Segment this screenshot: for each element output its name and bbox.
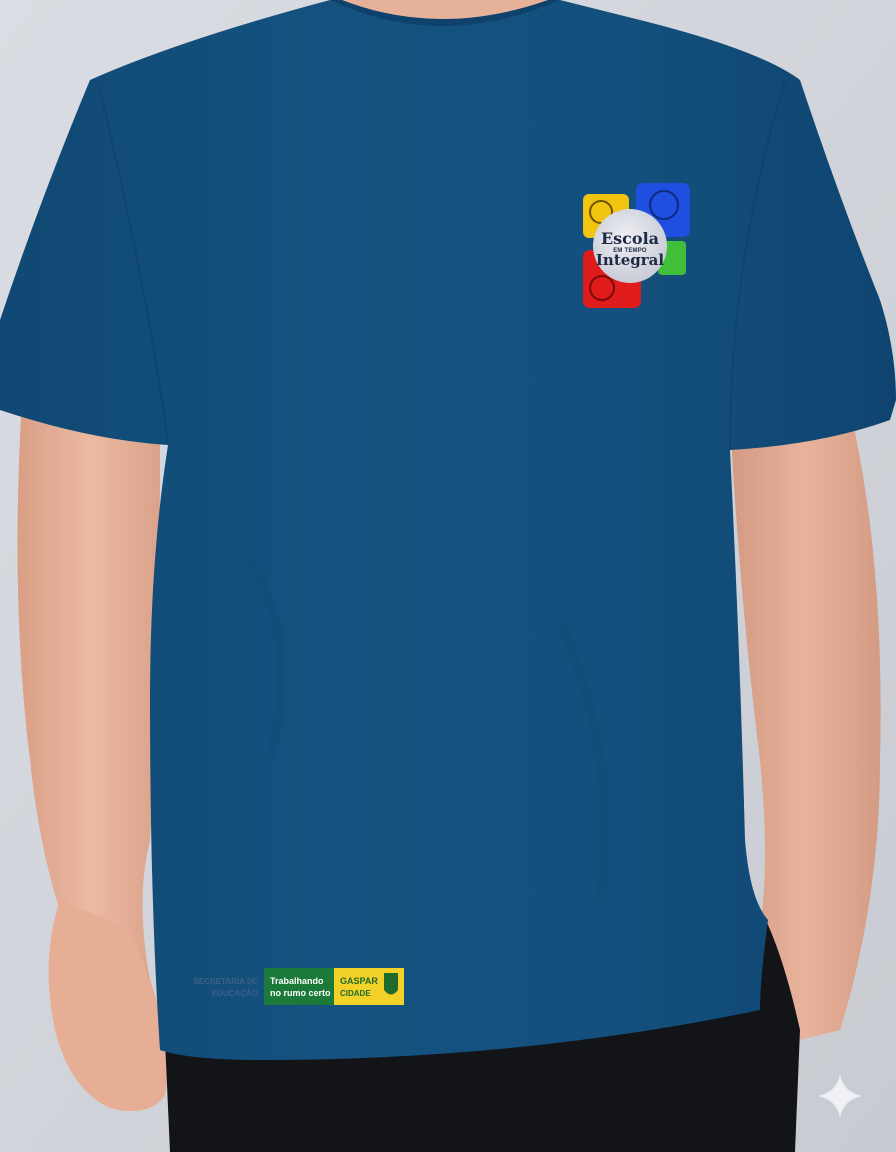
tshirt-mockup-photo: Escola EM TEMPO Integral SECRETARIA DE E… bbox=[0, 0, 896, 1152]
yellow-block-line-2: CIDADE bbox=[340, 989, 371, 998]
logo-line-integral: Integral bbox=[596, 251, 665, 269]
yellow-block-line-1: GASPAR bbox=[340, 976, 378, 986]
green-block-line-2: no rumo certo bbox=[270, 988, 331, 998]
secretaria-line-2: EDUCAÇÃO bbox=[212, 989, 258, 998]
logo-line-escola: Escola bbox=[601, 229, 659, 248]
secretaria-line-1: SECRETARIA DE bbox=[194, 977, 259, 986]
green-block-line-1: Trabalhando bbox=[270, 976, 324, 986]
city-crest-icon bbox=[384, 973, 398, 995]
sponsor-green-block bbox=[264, 968, 334, 1005]
